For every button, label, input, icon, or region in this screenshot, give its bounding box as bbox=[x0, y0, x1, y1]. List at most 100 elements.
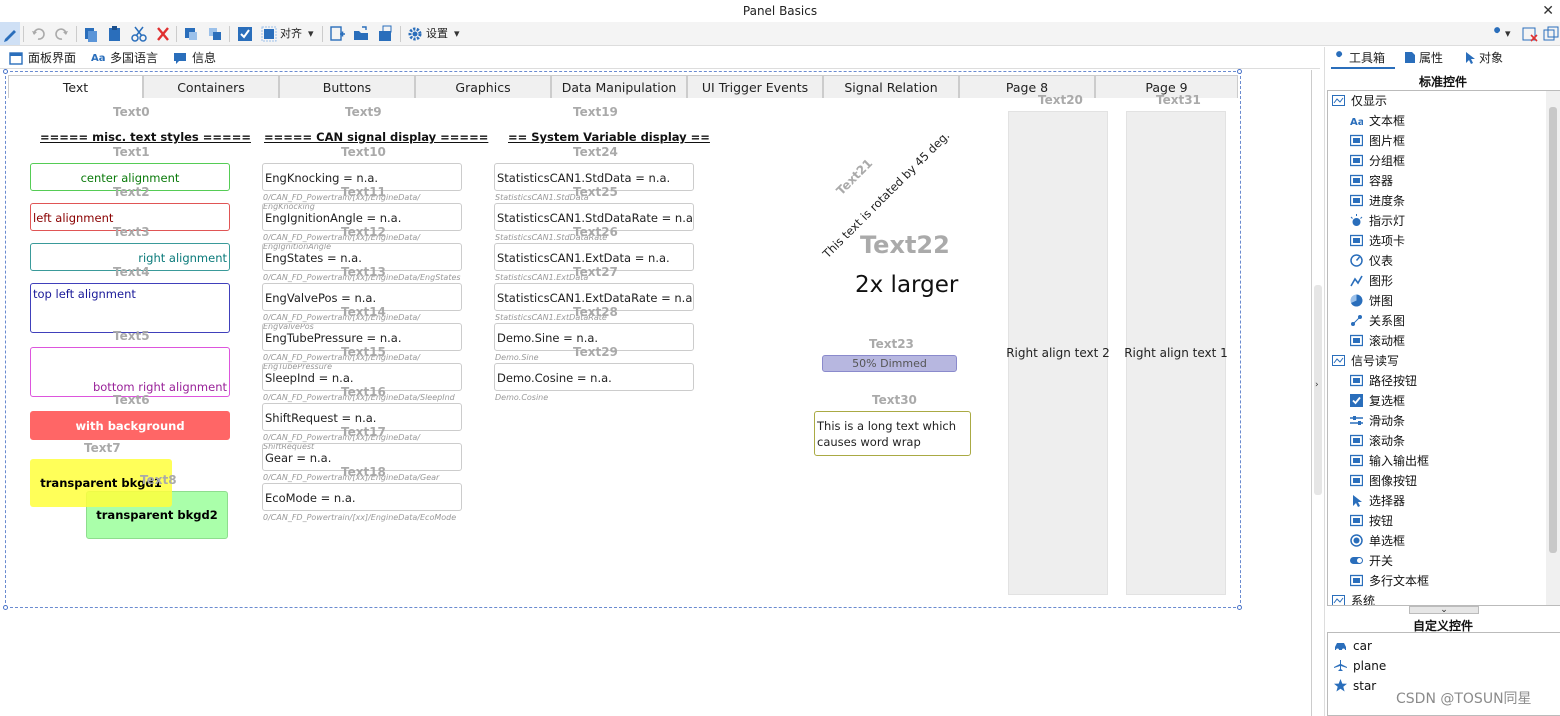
tab-data-manipulation[interactable]: Data Manipulation bbox=[551, 75, 687, 98]
bring-front-icon[interactable] bbox=[183, 25, 199, 43]
tree-item-label: 饼图 bbox=[1369, 294, 1394, 308]
tab-text[interactable]: Text bbox=[8, 75, 143, 98]
open-folder-icon[interactable] bbox=[353, 25, 369, 43]
scrollbar-icon bbox=[1350, 434, 1363, 447]
control-name: Text27 bbox=[573, 265, 618, 279]
control-name: Text12 bbox=[341, 225, 386, 239]
misc-text-styles-header[interactable]: ===== misc. text styles ===== bbox=[40, 130, 251, 144]
tree-item-label: 指示灯 bbox=[1369, 214, 1406, 228]
tab-objects-label: 对象 bbox=[1479, 51, 1504, 65]
edit-mode-icon[interactable] bbox=[0, 22, 20, 45]
cut-icon[interactable] bbox=[131, 25, 147, 43]
control-name: Text11 bbox=[341, 185, 386, 199]
control-name: Text30 bbox=[872, 393, 917, 407]
text-icon: Aa bbox=[1350, 117, 1363, 127]
control-name: Text7 bbox=[84, 441, 121, 455]
settings-chevron-down-icon[interactable]: ▾ bbox=[454, 25, 460, 43]
resize-handle-top-right[interactable] bbox=[1237, 69, 1242, 74]
resize-handle-bottom-left[interactable] bbox=[3, 605, 8, 610]
message-icon bbox=[174, 53, 186, 64]
copy-icon[interactable] bbox=[83, 25, 99, 43]
tree-item-label: 滑动条 bbox=[1369, 414, 1406, 428]
window-title: Panel Basics bbox=[742, 4, 818, 18]
plane-icon bbox=[1334, 660, 1347, 671]
tab-languages-label: 多国语言 bbox=[110, 51, 159, 65]
resize-handle-top-left[interactable] bbox=[3, 69, 8, 74]
delete-icon[interactable] bbox=[155, 25, 171, 43]
settings-label[interactable]: 设置 bbox=[426, 25, 448, 43]
tab-properties[interactable]: 属性 bbox=[1401, 49, 1443, 67]
save-layout-icon[interactable] bbox=[377, 25, 393, 43]
resize-handle-bottom-right[interactable] bbox=[1237, 605, 1242, 610]
bottom-right-alignment-text[interactable]: bottom right alignment bbox=[30, 347, 230, 397]
can-signal-text[interactable]: EcoMode = n.a. bbox=[262, 483, 462, 511]
window-tile-icon[interactable] bbox=[1543, 25, 1559, 43]
graphic-icon bbox=[1350, 275, 1363, 287]
word-wrap-text[interactable]: This is a long text which causes word wr… bbox=[814, 411, 971, 456]
control-name: Text16 bbox=[341, 385, 386, 399]
control-name: Text5 bbox=[113, 329, 150, 343]
car-icon bbox=[1335, 643, 1346, 652]
close-icon[interactable]: ✕ bbox=[1542, 0, 1554, 22]
custom-item-label: plane bbox=[1353, 659, 1387, 673]
image-icon bbox=[1350, 134, 1363, 147]
add-panel-icon[interactable] bbox=[329, 25, 345, 43]
group-icon bbox=[1350, 154, 1363, 167]
variable-path: Demo.Sine bbox=[495, 353, 539, 362]
send-back-icon[interactable] bbox=[207, 25, 223, 43]
display-group-icon bbox=[1332, 95, 1345, 106]
top-left-alignment-text[interactable]: top left alignment bbox=[30, 283, 230, 333]
tab-graphics[interactable]: Graphics bbox=[415, 75, 551, 98]
control-name: Text22 bbox=[860, 231, 950, 259]
tab-ui-trigger-events[interactable]: UI Trigger Events bbox=[687, 75, 823, 98]
tab-properties-label: 属性 bbox=[1419, 51, 1444, 65]
active-tab-indicator bbox=[1331, 67, 1395, 69]
tab-objects[interactable]: 对象 bbox=[1461, 49, 1503, 67]
splitter bbox=[1311, 70, 1312, 716]
tab-info-label: 信息 bbox=[192, 51, 217, 65]
paste-icon[interactable] bbox=[107, 25, 123, 43]
align-icon[interactable] bbox=[261, 25, 277, 43]
wrench-chevron-down-icon[interactable]: ▾ bbox=[1505, 25, 1511, 43]
tab-toolbox-label: 工具箱 bbox=[1349, 51, 1386, 65]
toolbox-panel: 工具箱 属性 对象 标准控件 仅显示 Aa 文本框图片框分组框容器进度条指示灯选项卡… bbox=[1324, 47, 1560, 716]
collapse-bar[interactable] bbox=[1314, 285, 1322, 495]
right-align-text-2[interactable]: Right align text 2 bbox=[1006, 111, 1110, 595]
close-panel-icon[interactable] bbox=[1522, 25, 1538, 43]
dimmed-text[interactable]: 50% Dimmed bbox=[822, 355, 957, 372]
system-variable-display-header[interactable]: == System Variable display == bbox=[508, 130, 710, 144]
splitter-grip-icon[interactable]: ⌄ bbox=[1409, 606, 1479, 615]
pie-icon bbox=[1350, 294, 1363, 307]
redo-icon[interactable] bbox=[54, 25, 70, 43]
align-chevron-down-icon[interactable]: ▾ bbox=[308, 25, 314, 43]
tab-containers[interactable]: Containers bbox=[143, 75, 279, 98]
gear-icon[interactable] bbox=[407, 25, 423, 43]
wrench-icon[interactable] bbox=[1488, 25, 1504, 43]
switch-icon bbox=[1350, 557, 1363, 564]
with-background-text[interactable]: with background bbox=[30, 411, 230, 440]
tab-languages[interactable]: Aa 多国语言 bbox=[88, 49, 166, 68]
tab-signal-relation[interactable]: Signal Relation bbox=[823, 75, 959, 98]
tree-group-label: 仅显示 bbox=[1351, 94, 1388, 108]
tab-buttons[interactable]: Buttons bbox=[279, 75, 415, 98]
control-name: Text13 bbox=[341, 265, 386, 279]
tree-scrollbar[interactable] bbox=[1546, 91, 1560, 605]
signal-path: 0/CAN_FD_Powertrain/[xx]/EngineData/EcoM… bbox=[263, 513, 457, 522]
tree-item-label: 滚动框 bbox=[1369, 334, 1406, 348]
custom-item-label: car bbox=[1353, 639, 1372, 653]
control-name: Text6 bbox=[113, 393, 150, 407]
tab-toolbox[interactable]: 工具箱 bbox=[1331, 49, 1385, 67]
align-label[interactable]: 对齐 bbox=[280, 25, 302, 43]
select-all-icon[interactable] bbox=[237, 25, 253, 43]
tab-panel-interface[interactable]: 面板界面 bbox=[6, 49, 84, 68]
right-align-text-1[interactable]: Right align text 1 bbox=[1124, 111, 1228, 595]
scroll-thumb[interactable] bbox=[1549, 107, 1557, 553]
undo-icon[interactable] bbox=[30, 25, 46, 43]
check-icon bbox=[1350, 394, 1363, 407]
tab-info[interactable]: 信息 bbox=[170, 49, 230, 68]
larger-text[interactable]: 2x larger bbox=[855, 272, 958, 298]
can-signal-display-header[interactable]: ===== CAN signal display ===== bbox=[264, 130, 488, 144]
collapse-arrow-icon[interactable]: › bbox=[1315, 380, 1319, 390]
system-variable-text[interactable]: Demo.Cosine = n.a. bbox=[494, 363, 694, 391]
standard-controls-tree: 仅显示 Aa 文本框图片框分组框容器进度条指示灯选项卡仪表图形饼图关系图滚动框信号读… bbox=[1327, 90, 1560, 606]
